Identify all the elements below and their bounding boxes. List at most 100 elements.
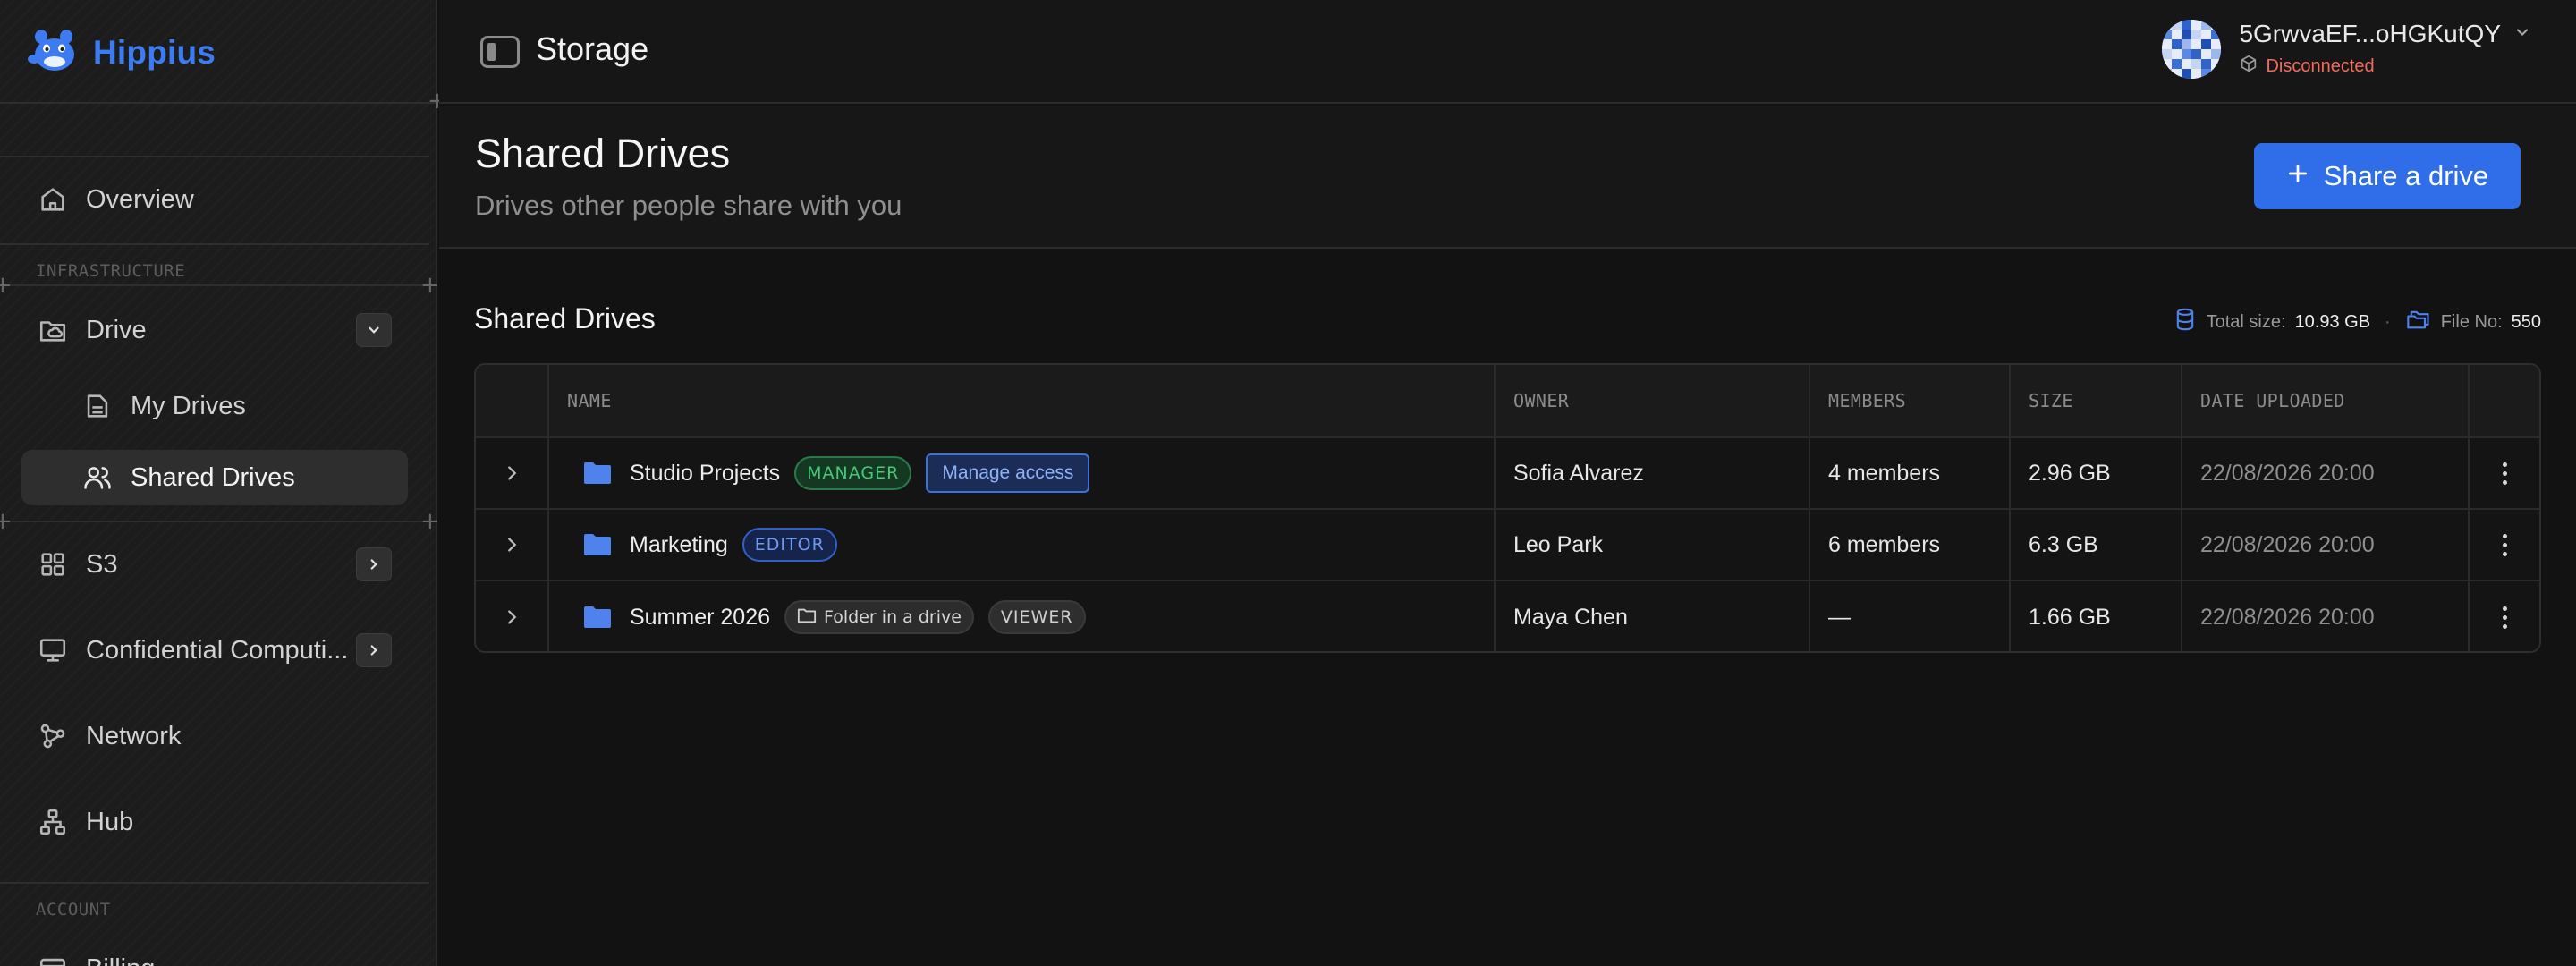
section-label-infrastructure: INFRASTRUCTURE bbox=[36, 261, 186, 281]
avatar bbox=[2162, 20, 2222, 79]
sidebar-item-label: Drive bbox=[86, 315, 147, 344]
separator: · bbox=[2385, 311, 2391, 332]
expand-chevron-icon[interactable] bbox=[476, 581, 549, 651]
account-menu[interactable]: 5GrwvaEF...oHGKutQY Disconnected bbox=[2162, 20, 2531, 79]
storage-stats: Total size: 10.93 GB · File No: 550 bbox=[2173, 306, 2541, 338]
chevron-right-icon[interactable] bbox=[356, 633, 392, 667]
size-cell: 6.3 GB bbox=[2011, 510, 2182, 580]
owner-cell: Leo Park bbox=[1496, 510, 1810, 580]
plus-mark-icon: + bbox=[0, 272, 13, 299]
manage-access-button[interactable]: Manage access bbox=[926, 453, 1090, 493]
owner-cell: Sofia Alvarez bbox=[1496, 438, 1810, 508]
brand-name: Hippius bbox=[93, 33, 216, 71]
role-badge: VIEWER bbox=[987, 600, 1086, 634]
table-row[interactable]: Marketing EDITOR Leo Park 6 members 6.3 … bbox=[476, 510, 2539, 581]
name-cell: Studio Projects MANAGER Manage access bbox=[549, 438, 1496, 508]
folder-icon bbox=[583, 533, 612, 556]
account-address: 5GrwvaEF...oHGKutQY bbox=[2239, 20, 2501, 47]
chevron-right-icon[interactable] bbox=[356, 547, 392, 581]
plus-mark-icon: + bbox=[420, 508, 440, 535]
divider bbox=[0, 521, 429, 522]
folder-icon bbox=[583, 606, 612, 629]
account-info: 5GrwvaEF...oHGKutQY Disconnected bbox=[2239, 20, 2531, 79]
expand-chevron-icon[interactable] bbox=[476, 510, 549, 580]
shared-drives-table: NAME OWNER MEMBERS SIZE DATE UPLOADED St… bbox=[474, 363, 2541, 653]
page-title: Shared Drives bbox=[475, 131, 731, 176]
more-options-icon[interactable] bbox=[2470, 581, 2539, 651]
grid-icon bbox=[36, 547, 70, 581]
divider bbox=[0, 156, 429, 157]
role-badge: MANAGER bbox=[794, 456, 912, 490]
sidebar-item-shared-drives[interactable]: Shared Drives bbox=[21, 450, 408, 505]
more-options-icon[interactable] bbox=[2470, 438, 2539, 508]
page-header: Shared Drives Drives other people share … bbox=[439, 106, 2576, 249]
divider bbox=[0, 243, 429, 245]
sidebar-item-s3[interactable]: S3 bbox=[21, 537, 408, 592]
sidebar-item-hub[interactable]: Hub bbox=[21, 794, 408, 850]
header-size[interactable]: SIZE bbox=[2011, 365, 2182, 436]
hub-icon bbox=[36, 805, 70, 839]
drive-name[interactable]: Marketing bbox=[630, 532, 728, 558]
table-header: NAME OWNER MEMBERS SIZE DATE UPLOADED bbox=[476, 365, 2539, 438]
sidebar-item-label: Confidential Computi... bbox=[86, 635, 349, 665]
header-expand bbox=[476, 365, 549, 436]
header-members[interactable]: MEMBERS bbox=[1810, 365, 2011, 436]
page-subtitle: Drives other people share with you bbox=[475, 190, 902, 221]
members-cell: — bbox=[1810, 581, 2011, 651]
header-actions bbox=[2470, 365, 2539, 436]
folder-badge-label: Folder in a drive bbox=[824, 607, 962, 627]
file-count-label: File No: bbox=[2440, 311, 2503, 332]
section-label-account: ACCOUNT bbox=[36, 900, 111, 919]
sidebar-item-confidential-computing[interactable]: Confidential Computi... bbox=[21, 623, 408, 678]
drive-icon bbox=[80, 389, 114, 423]
members-cell: 6 members bbox=[1810, 510, 2011, 580]
monitor-icon bbox=[36, 633, 70, 667]
cube-icon bbox=[2239, 54, 2258, 79]
drive-name[interactable]: Summer 2026 bbox=[630, 605, 770, 631]
home-icon bbox=[36, 182, 70, 216]
drive-name[interactable]: Studio Projects bbox=[630, 461, 780, 487]
section-title: Shared Drives bbox=[474, 302, 656, 335]
divider bbox=[0, 882, 429, 884]
date-cell: 22/08/2026 20:00 bbox=[2182, 581, 2470, 651]
header-name[interactable]: NAME bbox=[549, 365, 1496, 436]
divider bbox=[0, 102, 436, 104]
sidebar-item-billing[interactable]: Billing bbox=[21, 941, 408, 966]
sidebar-item-network[interactable]: Network bbox=[21, 708, 408, 764]
network-icon bbox=[36, 719, 70, 753]
folders-icon bbox=[2405, 307, 2432, 337]
chevron-down-icon[interactable] bbox=[356, 313, 392, 347]
sidebar-item-label: Overview bbox=[86, 184, 194, 214]
more-options-icon[interactable] bbox=[2470, 510, 2539, 580]
divider bbox=[0, 284, 429, 286]
folder-in-drive-badge: Folder in a drive bbox=[784, 600, 974, 634]
billing-icon bbox=[36, 952, 70, 966]
members-cell: 4 members bbox=[1810, 438, 2011, 508]
header-owner[interactable]: OWNER bbox=[1496, 365, 1810, 436]
table-row[interactable]: Summer 2026 Folder in a drive VIEWER May… bbox=[476, 581, 2539, 651]
name-cell: Marketing EDITOR bbox=[549, 510, 1496, 580]
sidebar-item-label: Billing bbox=[86, 954, 155, 966]
total-size-label: Total size: bbox=[2206, 311, 2286, 332]
chevron-down-icon[interactable] bbox=[2513, 23, 2531, 46]
sidebar-item-label: My Drives bbox=[131, 391, 246, 420]
sidebar-item-overview[interactable]: Overview bbox=[21, 172, 408, 227]
sidebar: Hippius Overview INFRASTRUCTURE Drive My… bbox=[0, 0, 437, 966]
expand-chevron-icon[interactable] bbox=[476, 438, 549, 508]
sidebar-toggle-icon[interactable] bbox=[480, 36, 520, 68]
sidebar-item-label: Hub bbox=[86, 807, 134, 836]
total-size-value: 10.93 GB bbox=[2294, 311, 2371, 332]
folder-icon bbox=[583, 462, 612, 485]
sidebar-item-drive[interactable]: Drive bbox=[21, 302, 408, 358]
topbar-title: Storage bbox=[536, 30, 649, 67]
table-row[interactable]: Studio Projects MANAGER Manage access So… bbox=[476, 438, 2539, 510]
share-drive-button[interactable]: Share a drive bbox=[2254, 143, 2521, 209]
sidebar-item-label: S3 bbox=[86, 549, 118, 579]
top-bar: Storage 5GrwvaEF...oHGKutQY Disconnected bbox=[439, 0, 2576, 104]
plus-icon bbox=[2286, 160, 2309, 192]
logo[interactable]: Hippius bbox=[27, 25, 216, 80]
header-date-uploaded[interactable]: DATE UPLOADED bbox=[2182, 365, 2470, 436]
sidebar-item-my-drives[interactable]: My Drives bbox=[21, 378, 408, 434]
owner-cell: Maya Chen bbox=[1496, 581, 1810, 651]
size-cell: 2.96 GB bbox=[2011, 438, 2182, 508]
